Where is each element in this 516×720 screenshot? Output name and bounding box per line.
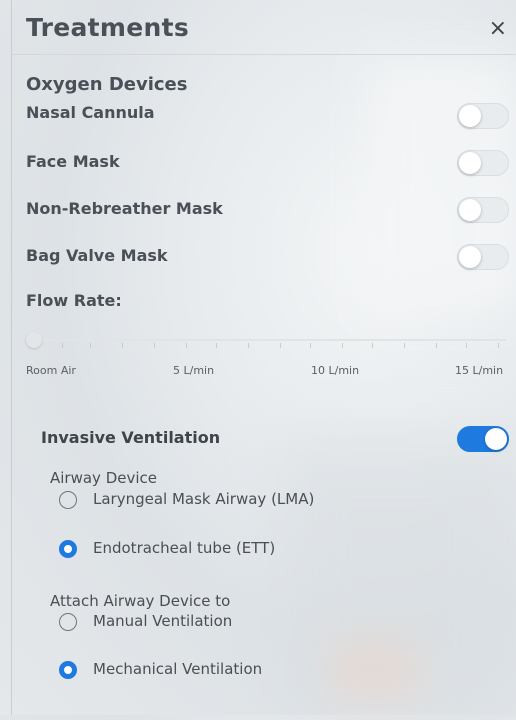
slider-tick bbox=[436, 343, 437, 348]
panel-title: Treatments bbox=[26, 13, 190, 42]
radio-label-ett: Endotracheal tube (ETT) bbox=[93, 539, 276, 557]
toggle-knob bbox=[459, 152, 481, 174]
radio-label-lma: Laryngeal Mask Airway (LMA) bbox=[93, 490, 315, 508]
slider-tick bbox=[372, 343, 373, 348]
slider-tick bbox=[280, 343, 281, 348]
toggle-knob bbox=[459, 246, 481, 268]
radio-button[interactable] bbox=[59, 491, 77, 509]
scale-label-5: 5 L/min bbox=[173, 364, 215, 377]
panel-header: Treatments × bbox=[12, 0, 516, 55]
slider-tick bbox=[186, 343, 187, 348]
toggle-knob bbox=[485, 428, 507, 450]
toggle-knob bbox=[459, 199, 481, 221]
flow-rate-label: Flow Rate: bbox=[26, 291, 122, 310]
slider-tick bbox=[154, 343, 155, 348]
scale-label-15: 15 L/min bbox=[455, 364, 504, 377]
radio-label-manual: Manual Ventilation bbox=[93, 612, 233, 630]
oxygen-devices-title: Oxygen Devices bbox=[26, 74, 188, 95]
slider-thumb[interactable] bbox=[26, 332, 42, 348]
toggle-knob bbox=[459, 105, 481, 127]
bag-valve-mask-toggle[interactable] bbox=[457, 244, 509, 270]
radio-button[interactable] bbox=[59, 540, 77, 558]
scale-label-room-air: Room Air bbox=[26, 364, 76, 377]
flow-rate-slider[interactable] bbox=[26, 330, 510, 350]
nasal-cannula-label: Nasal Cannula bbox=[26, 103, 155, 122]
bag-valve-mask-label: Bag Valve Mask bbox=[26, 246, 168, 265]
face-mask-toggle[interactable] bbox=[457, 150, 509, 176]
radio-button[interactable] bbox=[59, 613, 77, 631]
airway-device-label: Airway Device bbox=[50, 469, 157, 487]
slider-tick bbox=[310, 343, 311, 348]
nasal-cannula-toggle[interactable] bbox=[457, 103, 509, 129]
non-rebreather-mask-toggle[interactable] bbox=[457, 197, 509, 223]
invasive-ventilation-label: Invasive Ventilation bbox=[41, 428, 221, 447]
slider-tick bbox=[62, 343, 63, 348]
close-icon[interactable]: × bbox=[489, 18, 507, 40]
non-rebreather-mask-label: Non-Rebreather Mask bbox=[26, 199, 223, 218]
slider-tick bbox=[248, 343, 249, 348]
radio-label-mechanical: Mechanical Ventilation bbox=[93, 660, 263, 678]
slider-tick bbox=[404, 343, 405, 348]
scale-label-10: 10 L/min bbox=[311, 364, 360, 377]
slider-tick bbox=[216, 343, 217, 348]
slider-track bbox=[32, 339, 506, 341]
face-mask-label: Face Mask bbox=[26, 152, 120, 171]
slider-tick bbox=[342, 343, 343, 348]
attach-airway-device-label: Attach Airway Device to bbox=[50, 592, 231, 610]
slider-tick bbox=[498, 343, 499, 348]
radio-button[interactable] bbox=[59, 661, 77, 679]
slider-tick bbox=[90, 343, 91, 348]
slider-tick bbox=[466, 343, 467, 348]
treatments-panel: Treatments × Oxygen Devices Nasal Cannul… bbox=[11, 0, 516, 715]
slider-tick bbox=[122, 343, 123, 348]
invasive-ventilation-toggle[interactable] bbox=[457, 426, 509, 452]
